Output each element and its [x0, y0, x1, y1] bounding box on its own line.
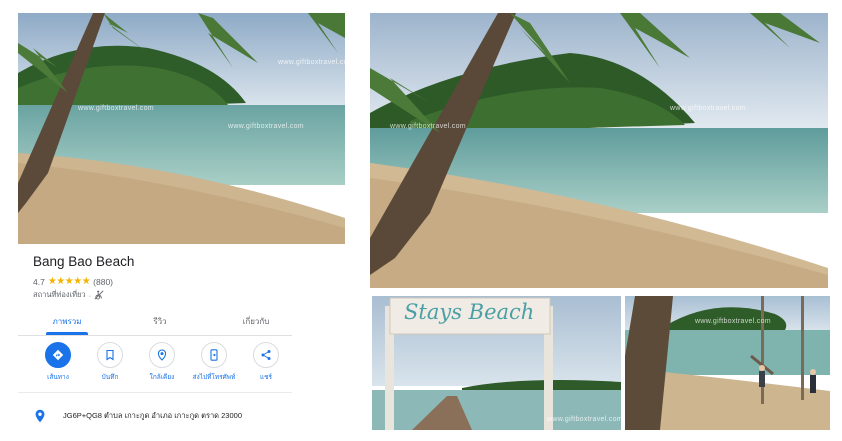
watermark-text: www.giftboxtravel.com [78, 105, 154, 112]
tab-overview[interactable]: ภาพรวม [52, 315, 81, 328]
tab-about[interactable]: เกี่ยวกับ [243, 315, 270, 328]
save-label: บันทึก [101, 374, 119, 381]
rating-value: 4.7 [33, 276, 45, 287]
review-count[interactable]: (880) [93, 277, 113, 287]
gallery-photo-sign[interactable]: Stays Beach www.giftboxtravel.com [372, 296, 621, 430]
star-rating-icon: ★★★★★ [47, 276, 91, 287]
wheelchair-strikethrough-icon [94, 290, 104, 300]
save-button[interactable]: บันทึก [85, 342, 135, 382]
gallery-photo-large[interactable]: www.giftboxtravel.com www.giftboxtravel.… [370, 13, 828, 288]
directions-button[interactable]: เส้นทาง [33, 342, 83, 382]
place-address: JG6P+QG8 ตำบล เกาะกูด อำเภอ เกาะกูด ตราด… [63, 411, 242, 420]
rating-row: 4.7 ★★★★★ (880) [33, 276, 113, 287]
active-tab-indicator [46, 332, 88, 335]
watermark-text: www.giftboxtravel.com [390, 123, 466, 130]
gallery-photo-swing[interactable]: www.giftboxtravel.com [625, 296, 830, 430]
watermark-text: www.giftboxtravel.com [547, 416, 621, 423]
category-row: สถานที่ท่องเที่ยว · [33, 289, 104, 301]
place-info-panel: Bang Bao Beach 4.7 ★★★★★ (880) สถานที่ท่… [18, 244, 345, 441]
place-main-photo[interactable]: www.giftboxtravel.com www.giftboxtravel.… [18, 13, 345, 244]
nearby-button[interactable]: ใกล้เคียง [137, 342, 187, 382]
place-category[interactable]: สถานที่ท่องเที่ยว [33, 289, 86, 301]
action-buttons-row: เส้นทาง บันทึก ใกล้เคียง ส่งไปที่โทรศัพท… [18, 342, 292, 388]
sign-text: Stays Beach [404, 300, 535, 324]
watermark-text: www.giftboxtravel.com [228, 123, 304, 130]
send-to-phone-button[interactable]: ส่งไปที่โทรศัพท์ [189, 342, 239, 382]
nearby-label: ใกล้เคียง [149, 374, 175, 381]
tab-reviews[interactable]: รีวิว [153, 315, 166, 328]
send-to-phone-label: ส่งไปที่โทรศัพท์ [192, 374, 236, 381]
share-label: แชร์ [259, 374, 273, 381]
directions-icon [52, 349, 64, 361]
place-tabs: ภาพรวม รีวิว เกี่ยวกับ [18, 308, 292, 336]
bookmark-icon [106, 349, 114, 361]
watermark-text: www.giftboxtravel.com [278, 59, 345, 66]
place-title: Bang Bao Beach [33, 254, 135, 269]
nearby-icon [157, 349, 167, 361]
share-button[interactable]: แชร์ [241, 342, 291, 382]
watermark-text: www.giftboxtravel.com [695, 318, 771, 325]
location-pin-icon [35, 409, 45, 423]
category-separator: · [88, 290, 92, 300]
share-icon [261, 350, 271, 360]
section-divider [18, 392, 292, 393]
watermark-text: www.giftboxtravel.com [670, 105, 746, 112]
directions-label: เส้นทาง [47, 374, 69, 381]
send-to-phone-icon [210, 349, 218, 361]
address-row[interactable]: JG6P+QG8 ตำบล เกาะกูด อำเภอ เกาะกูด ตราด… [34, 409, 242, 423]
